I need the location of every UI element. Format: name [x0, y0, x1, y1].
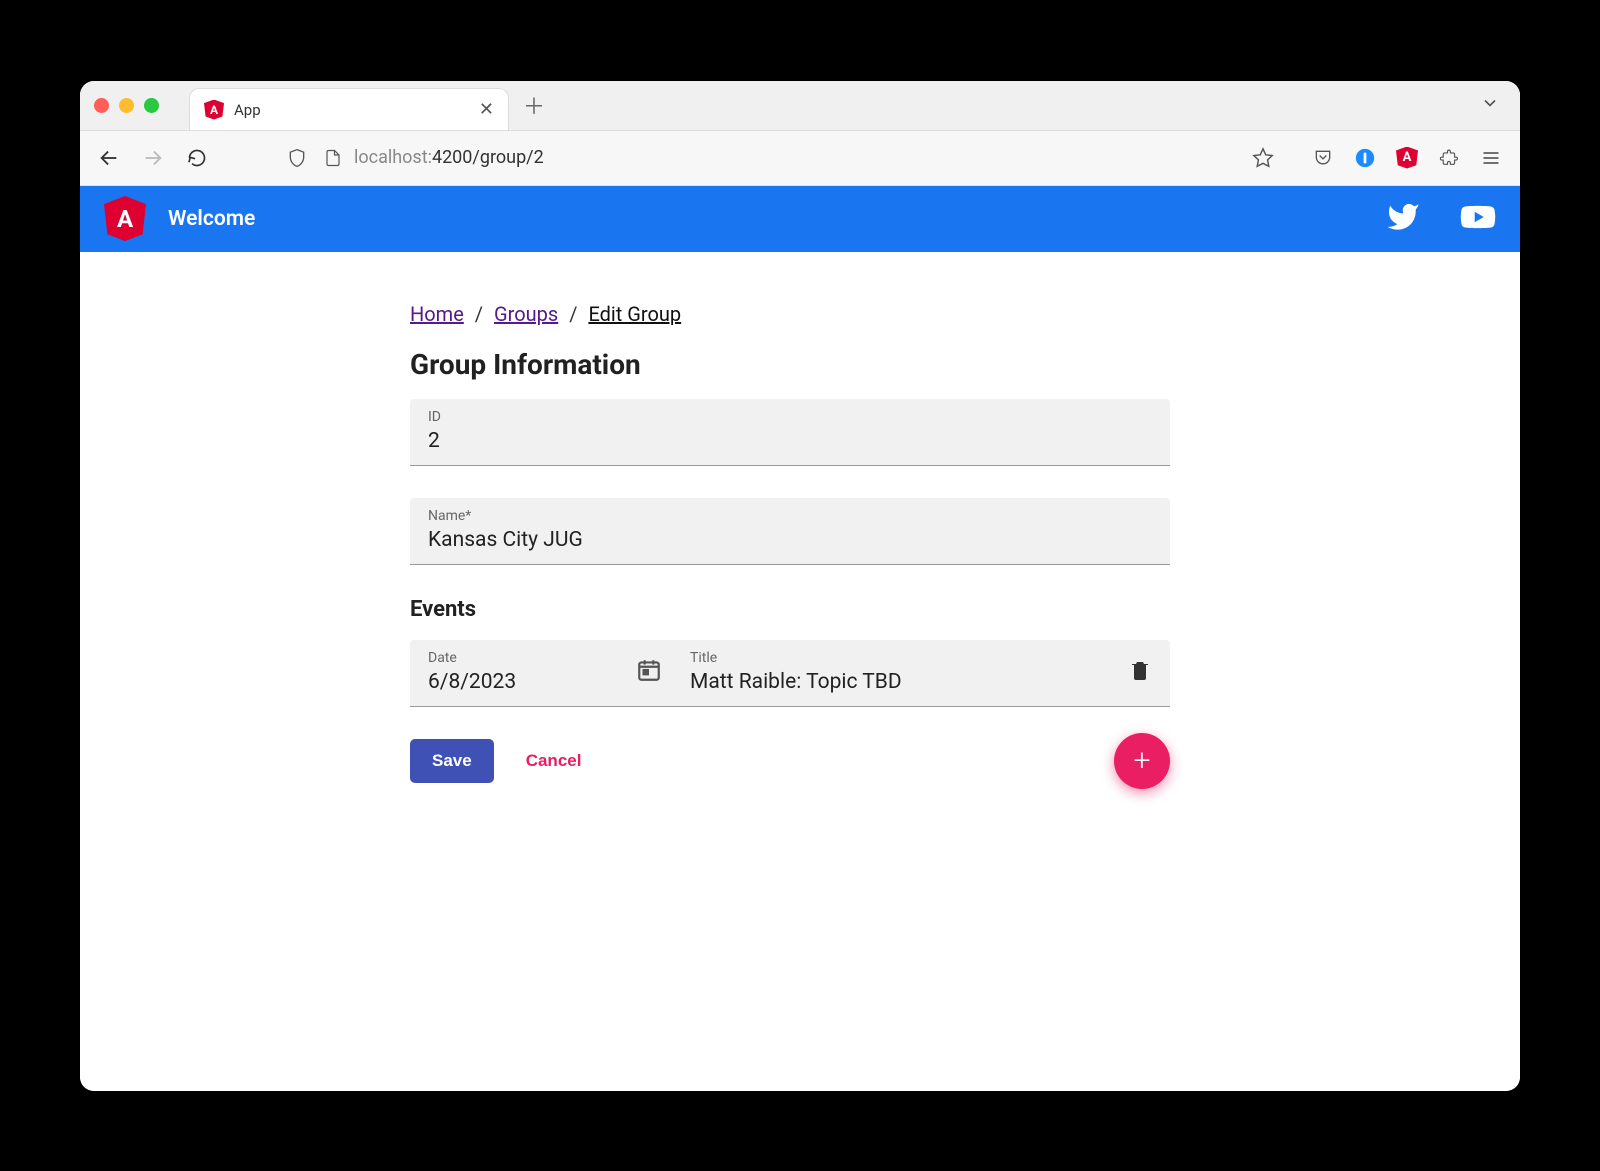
app-header: Welcome: [80, 186, 1520, 252]
youtube-icon[interactable]: [1460, 199, 1496, 239]
app-title: Welcome: [168, 207, 255, 231]
breadcrumb-current: Edit Group: [588, 302, 681, 326]
page-title: Group Information: [410, 348, 1170, 381]
event-title-value[interactable]: Matt Raible: Topic TBD: [690, 670, 1100, 694]
breadcrumb: Home / Groups / Edit Group: [410, 302, 1170, 326]
id-label: ID: [428, 409, 1152, 425]
breadcrumb-groups[interactable]: Groups: [494, 302, 558, 326]
breadcrumb-home[interactable]: Home: [410, 302, 464, 326]
breadcrumb-separator: /: [569, 302, 577, 326]
add-event-fab[interactable]: +: [1114, 733, 1170, 789]
name-label: Name*: [428, 508, 1152, 524]
onepassword-icon[interactable]: [1354, 147, 1376, 169]
id-field: ID 2: [410, 399, 1170, 466]
forward-button[interactable]: [142, 147, 164, 169]
calendar-icon[interactable]: [636, 657, 662, 687]
bookmark-star-icon[interactable]: [1252, 147, 1274, 169]
angular-logo-icon: [104, 196, 146, 241]
extensions-icon[interactable]: [1438, 147, 1460, 169]
form-actions: Save Cancel +: [410, 739, 1170, 783]
titlebar: A App ✕ ＋: [80, 81, 1520, 131]
event-date-label: Date: [428, 650, 608, 666]
tab-title: App: [234, 101, 469, 119]
id-value: 2: [428, 429, 1152, 453]
address-bar[interactable]: localhost:4200/group/2: [286, 147, 1274, 169]
hamburger-menu-icon[interactable]: [1480, 147, 1502, 169]
event-title-label: Title: [690, 650, 1100, 666]
toolbar-right: A: [1312, 147, 1502, 169]
breadcrumb-separator: /: [475, 302, 483, 326]
angular-favicon-icon: A: [204, 100, 224, 120]
browser-tab[interactable]: A App ✕: [189, 88, 509, 130]
browser-toolbar: localhost:4200/group/2 A: [80, 131, 1520, 186]
cancel-button[interactable]: Cancel: [504, 739, 604, 783]
plus-icon: +: [1134, 743, 1151, 778]
url-text: localhost:4200/group/2: [354, 147, 1252, 168]
event-date-value[interactable]: 6/8/2023: [428, 670, 608, 694]
angular-extension-icon[interactable]: A: [1396, 147, 1418, 169]
event-row: Date 6/8/2023 Title Matt Raible: Topic T…: [410, 640, 1170, 707]
nav-controls: [98, 147, 208, 169]
name-field[interactable]: Name*: [410, 498, 1170, 565]
reload-button[interactable]: [186, 147, 208, 169]
window-controls: [94, 98, 159, 113]
name-input[interactable]: [428, 528, 1152, 552]
pocket-icon[interactable]: [1312, 147, 1334, 169]
twitter-icon[interactable]: [1386, 200, 1420, 238]
delete-event-icon[interactable]: [1128, 658, 1152, 686]
new-tab-button[interactable]: ＋: [523, 89, 545, 121]
back-button[interactable]: [98, 147, 120, 169]
events-heading: Events: [410, 597, 1170, 622]
save-button[interactable]: Save: [410, 739, 494, 783]
tabs-dropdown-icon[interactable]: [1480, 93, 1500, 117]
maximize-window-button[interactable]: [144, 98, 159, 113]
minimize-window-button[interactable]: [119, 98, 134, 113]
close-tab-icon[interactable]: ✕: [479, 99, 494, 120]
close-window-button[interactable]: [94, 98, 109, 113]
page-content: Home / Groups / Edit Group Group Informa…: [80, 252, 1520, 1091]
page-info-icon[interactable]: [322, 147, 344, 169]
browser-window: A App ✕ ＋: [80, 81, 1520, 1091]
shield-icon[interactable]: [286, 147, 308, 169]
